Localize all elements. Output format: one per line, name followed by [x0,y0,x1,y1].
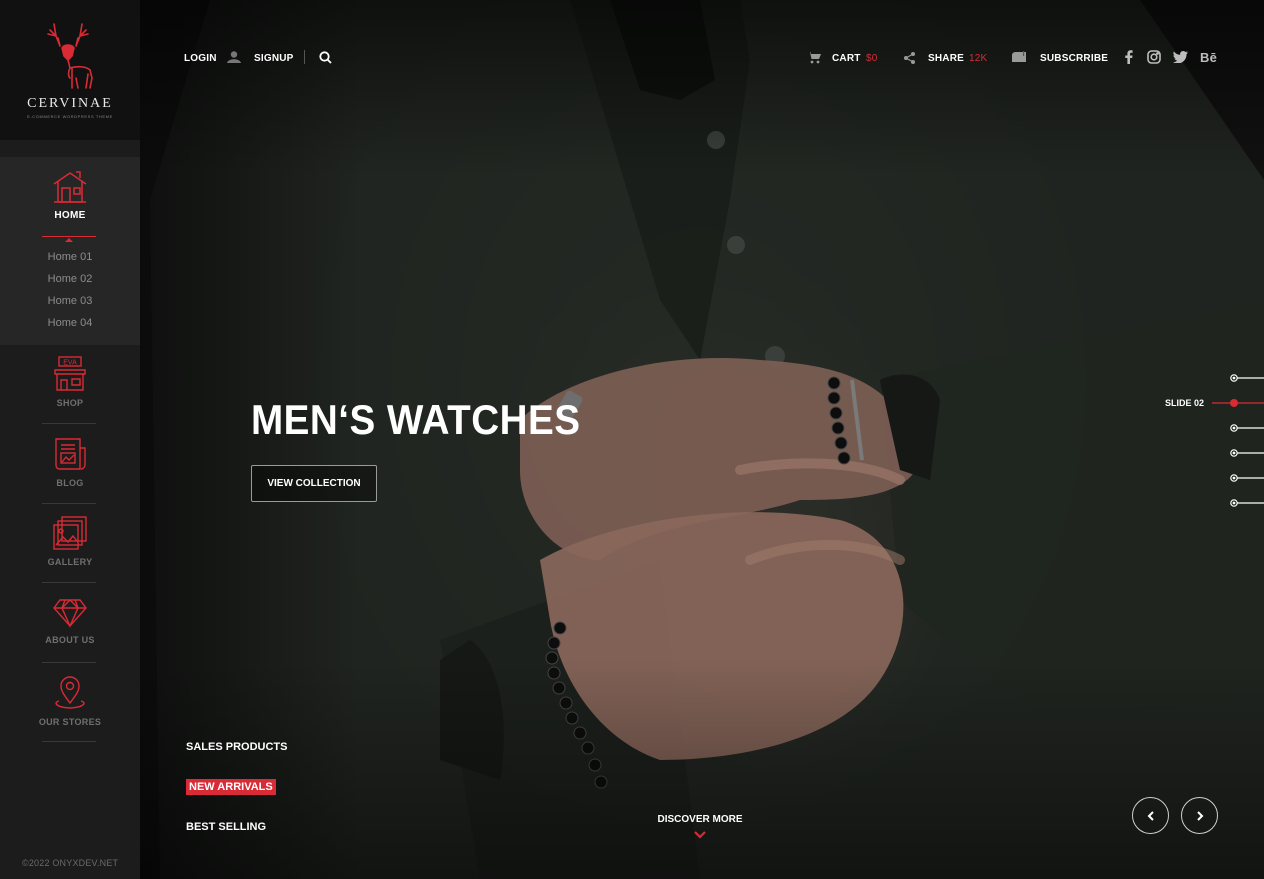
submenu-home-01[interactable]: Home 01 [0,251,140,263]
sidebar-item-about-us[interactable]: ABOUT US [0,597,140,645]
view-collection-button[interactable]: VIEW COLLECTION [251,465,377,502]
sidebar-item-gallery[interactable]: GALLERY [0,515,140,567]
divider [42,741,96,742]
subscribe-link[interactable]: SUBSCRRIBE [1040,53,1108,64]
filter-new-arrivals[interactable]: NEW ARRIVALS [186,779,276,795]
instagram-icon[interactable] [1147,50,1161,64]
chevron-left-icon [1147,811,1154,821]
logo[interactable]: CERVINAE E-COMMERCE WORDPRESS THEME [0,0,140,140]
chevron-right-icon [1197,811,1204,821]
sidebar-item-label: BLOG [56,478,84,488]
filter-sales-products[interactable]: SALES PRODUCTS [186,741,287,753]
search-icon[interactable] [319,51,332,64]
active-slide-label: SLIDE 02 [1165,398,1205,408]
copyright: ©2022 ONYXDEV.NET [22,858,119,868]
cart-link[interactable]: CART [832,53,861,64]
slide-dot-5[interactable] [1230,473,1264,483]
active-caret [65,238,73,242]
sidebar-item-home[interactable]: HOME [0,170,140,221]
sidebar-item-label: SHOP [56,398,84,408]
login-link[interactable]: LOGIN [184,53,217,64]
sidebar-item-our-stores[interactable]: OUR STORES [0,675,140,727]
topbar-separator [304,50,305,64]
behance-icon[interactable]: Bē [1200,50,1217,65]
deer-logo-icon [47,23,93,89]
discover-more-label: DISCOVER MORE [657,814,743,825]
svg-text:EVA: EVA [63,360,77,367]
mailbox-icon[interactable] [1012,51,1028,63]
cart-value: $0 [866,53,878,64]
share-count: 12K [969,53,988,64]
slide-dot-4[interactable] [1230,448,1264,458]
storefront-icon: EVA [54,356,86,391]
cart-icon[interactable] [807,52,821,64]
user-icon [227,51,241,63]
slide-dot-1[interactable] [1230,373,1264,383]
slide-dot-3[interactable] [1230,423,1264,433]
submenu-home-04[interactable]: Home 04 [0,317,140,329]
sidebar-item-label: HOME [54,210,86,221]
facebook-icon[interactable] [1125,50,1133,64]
divider [42,662,96,663]
slide-dot-2-active[interactable] [1212,398,1264,408]
map-pin-icon [55,676,85,709]
active-underline [42,236,96,237]
gallery-icon [53,516,87,550]
brand-tagline: E-COMMERCE WORDPRESS THEME [27,114,113,119]
brand-name: CERVINAE [27,96,113,111]
sidebar: CERVINAE E-COMMERCE WORDPRESS THEME HOME… [0,0,140,879]
divider [42,503,96,504]
newspaper-icon [55,438,86,470]
next-slide-button[interactable] [1181,797,1218,834]
signup-link[interactable]: SIGNUP [254,53,294,64]
slide-dot-6[interactable] [1230,498,1264,508]
hero-title: MEN‘S WATCHES [251,396,581,443]
sidebar-item-label: OUR STORES [38,717,102,727]
submenu-home-03[interactable]: Home 03 [0,295,140,307]
share-icon[interactable] [904,52,915,64]
sidebar-item-label: GALLERY [47,557,93,567]
divider [42,423,96,424]
prev-slide-button[interactable] [1132,797,1169,834]
sidebar-item-blog[interactable]: BLOG [0,436,140,488]
divider [42,582,96,583]
house-icon [53,171,87,203]
chevron-down-icon [694,831,706,839]
discover-more-link[interactable]: DISCOVER MORE [640,814,760,839]
diamond-icon [53,599,87,628]
share-link[interactable]: SHARE [928,53,964,64]
sidebar-item-shop[interactable]: EVA SHOP [0,356,140,408]
submenu-home-02[interactable]: Home 02 [0,273,140,285]
filter-best-selling[interactable]: BEST SELLING [186,821,266,833]
twitter-icon[interactable] [1173,51,1188,63]
sidebar-item-label: ABOUT US [45,635,95,645]
